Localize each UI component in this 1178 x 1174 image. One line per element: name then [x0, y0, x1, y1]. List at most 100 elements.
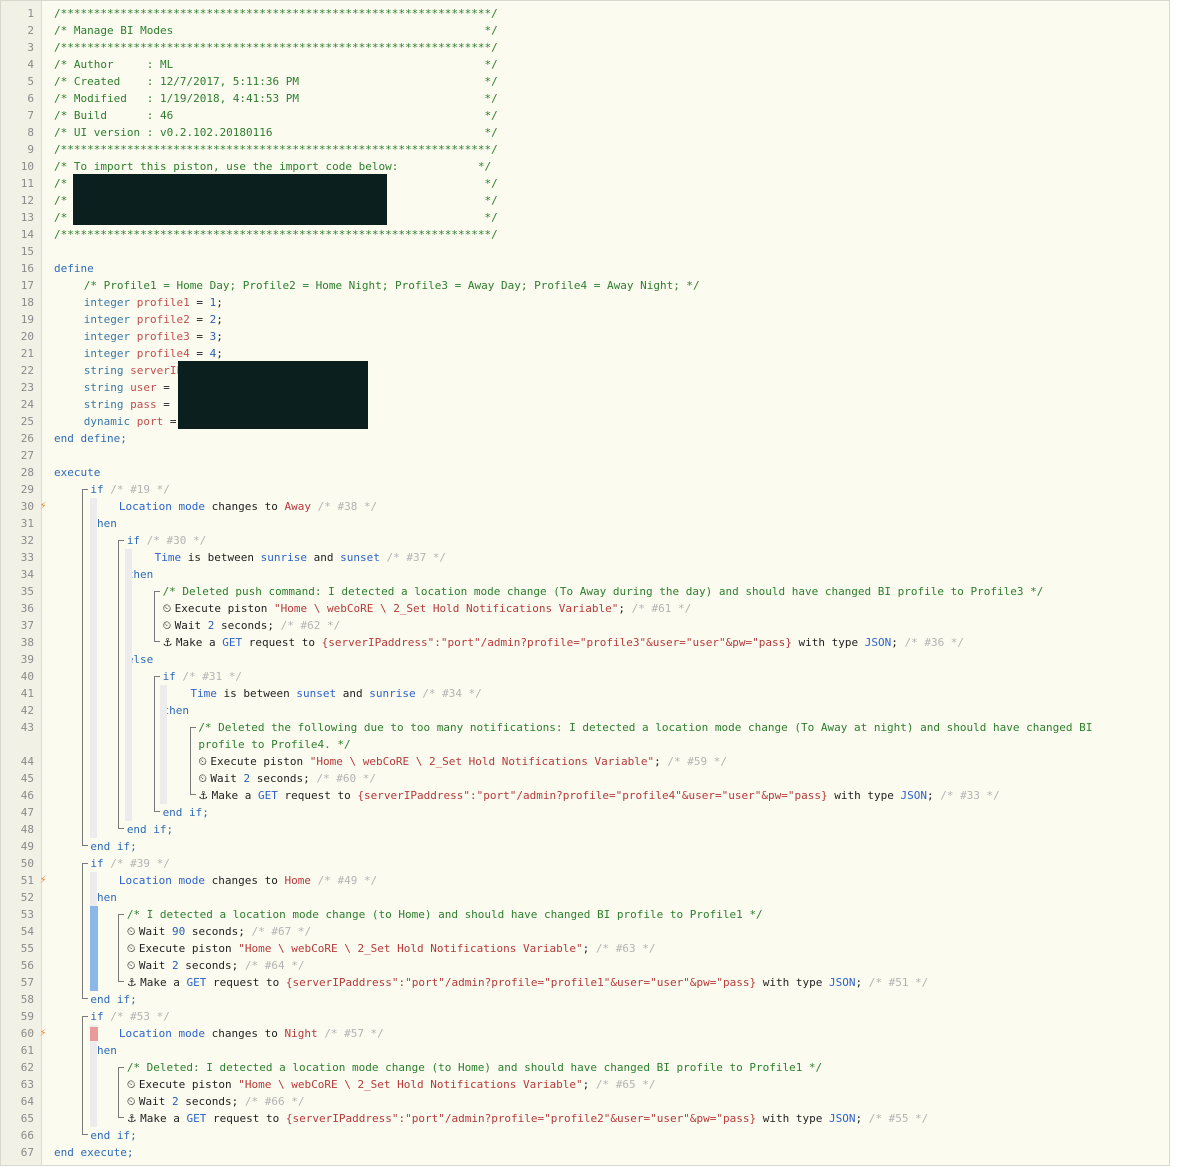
- code-token: with type: [756, 1112, 829, 1125]
- code-token: ;: [654, 755, 661, 768]
- code-token: {serverIPaddress":"port"/admin?profile="…: [357, 789, 828, 802]
- line-number: 5: [27, 75, 34, 88]
- code-token: seconds;: [250, 772, 310, 785]
- code-text: end execute;: [54, 1144, 133, 1161]
- code-line: 9 /**************************************…: [1, 141, 1169, 158]
- code-line: 27: [1, 447, 1169, 464]
- code-line: 61 then: [1, 1042, 1169, 1059]
- code-token: define: [54, 262, 94, 275]
- code-token: ;: [216, 347, 223, 360]
- line-number: 46: [20, 789, 34, 802]
- code-text: Location mode changes to Night /* #57 */: [119, 1025, 384, 1042]
- code-token: Wait: [138, 959, 173, 972]
- code-token: and: [306, 551, 341, 564]
- http-request-icon: ⚓: [126, 976, 141, 989]
- code-line: 35 /* Deleted push command: I detected a …: [1, 583, 1169, 600]
- code-token: Execute piston: [138, 942, 239, 955]
- code-token: Make a: [211, 789, 259, 802]
- code-token: /* Author : ML */: [54, 58, 498, 71]
- code-token: /***************************************…: [54, 228, 498, 241]
- code-token: profile4: [136, 347, 190, 360]
- code-token: /* Build : 46 */: [54, 109, 498, 122]
- code-token: request to: [277, 789, 358, 802]
- code-line: 24 string pass =: [1, 396, 1169, 413]
- line-number: 1: [27, 7, 34, 20]
- code-token: /* #30 */: [140, 534, 207, 547]
- line-number: 41: [20, 687, 34, 700]
- code-token: {serverIPaddress":"port"/admin?profile="…: [285, 976, 757, 989]
- http-request-icon: ⚓: [162, 636, 176, 649]
- code-line: 17 /* Profile1 = Home Day; Profile2 = Hom…: [1, 277, 1169, 294]
- code-token: ;: [216, 330, 223, 343]
- line-number: 61: [20, 1044, 34, 1057]
- code-line: 37 ⏲ Wait 2 seconds; /* #62 */: [1, 617, 1169, 634]
- code-line: 46 ⚓ Make a GET request to {serverIPaddre…: [1, 787, 1169, 804]
- code-token: =: [156, 381, 177, 394]
- code-text: ⏲ Execute piston "Home \ webCoRE \ 2_Set…: [198, 753, 727, 770]
- trigger-bolt-icon: ⚡: [39, 501, 47, 512]
- code-text: ⏲ Wait 2 seconds; /* #66 */: [127, 1093, 305, 1110]
- line-number: 26: [20, 432, 34, 445]
- code-token: ;: [926, 789, 934, 802]
- code-token: changes to: [204, 500, 285, 513]
- line-number: 6: [27, 92, 34, 105]
- code-token: /* #19 */: [103, 483, 170, 496]
- line-number: 27: [20, 449, 34, 462]
- code-text: /* Build : 46 */: [54, 107, 498, 124]
- code-token: seconds;: [178, 959, 239, 972]
- line-number: 2: [27, 24, 34, 37]
- code-token: /* UI version : v0.2.102.20180116 */: [54, 126, 498, 139]
- line-number: 37: [20, 619, 34, 632]
- line-number: 42: [20, 704, 34, 717]
- piston-code-viewer: 1 /**************************************…: [0, 0, 1170, 1166]
- code-token: Wait: [138, 925, 173, 938]
- code-text: if /* #53 */: [90, 1008, 169, 1025]
- code-token: changes to: [204, 874, 285, 887]
- code-token: request to: [206, 976, 286, 989]
- code-line: 57 ⚓ Make a GET request to {serverIPaddre…: [1, 974, 1169, 991]
- code-token: ;: [216, 313, 223, 326]
- line-number: 40: [20, 670, 34, 683]
- line-number: 54: [20, 925, 34, 938]
- http-request-icon: ⚓: [126, 1112, 141, 1125]
- trigger-bolt-icon: ⚡: [39, 875, 47, 886]
- code-text: define: [54, 260, 94, 277]
- line-number: 35: [20, 585, 34, 598]
- code-text: string serverIP: [84, 362, 183, 379]
- code-token: GET: [186, 976, 207, 989]
- code-token: /* I detected a location mode change (to…: [126, 908, 763, 921]
- line-number: 38: [20, 636, 34, 649]
- code-token: 2: [172, 959, 179, 972]
- code-line: 21 integer profile4 = 4;: [1, 345, 1169, 362]
- code-token: port: [136, 415, 164, 428]
- code-text: string pass =: [84, 396, 177, 413]
- code-token: /* Profile1 = Home Day; Profile2 = Home …: [83, 279, 700, 292]
- code-token: Make a: [175, 636, 223, 649]
- block-bracket: [190, 727, 196, 795]
- line-number: 36: [20, 602, 34, 615]
- code-token: {serverIPaddress":"port"/admin?profile="…: [321, 636, 792, 649]
- running-block-indicator: [90, 906, 98, 991]
- code-token: request to: [242, 636, 322, 649]
- code-line: 56 ⏲ Wait 2 seconds; /* #64 */: [1, 957, 1169, 974]
- code-line: 58 end if;: [1, 991, 1169, 1008]
- code-text: if /* #30 */: [127, 532, 206, 549]
- code-text: ⏲ Wait 2 seconds; /* #64 */: [127, 957, 305, 974]
- code-token: /* #37 */: [379, 551, 447, 564]
- code-line: 4 /* Author : ML */: [1, 56, 1169, 73]
- code-text: /***************************************…: [54, 5, 498, 22]
- code-token: serverIP: [130, 364, 184, 377]
- block-indent-guide: [160, 685, 167, 804]
- line-number: 48: [20, 823, 34, 836]
- block-bracket: [118, 914, 124, 982]
- code-token: string: [83, 398, 124, 411]
- redacted-credentials: [178, 361, 368, 429]
- code-token: =: [189, 296, 210, 309]
- code-text: ⚓ Make a GET request to {serverIPaddress…: [127, 1110, 929, 1127]
- code-text: execute: [54, 464, 100, 481]
- code-token: /* #38 */: [310, 500, 378, 513]
